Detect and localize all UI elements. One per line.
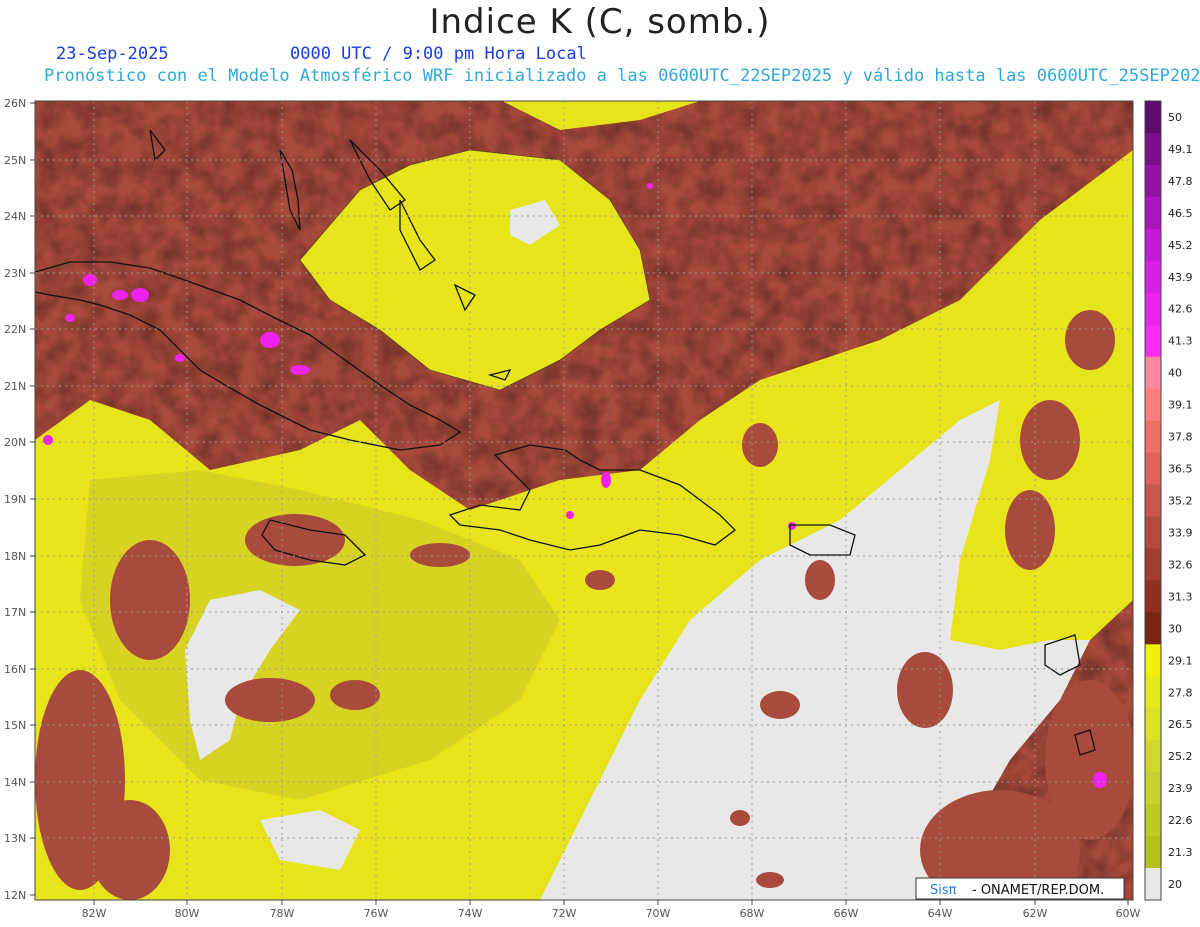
colorbar-swatch xyxy=(1145,132,1161,166)
colorbar-label: 41.3 xyxy=(1168,335,1193,348)
colorbar-label: 42.6 xyxy=(1168,303,1193,316)
colorbar-label: 43.9 xyxy=(1168,271,1193,284)
colorbar-label: 45.2 xyxy=(1168,239,1193,252)
k-index-field xyxy=(35,101,1133,900)
lat-label: 20N xyxy=(4,436,26,449)
lat-label: 23N xyxy=(4,267,26,280)
colorbar-swatch xyxy=(1145,868,1161,901)
lon-label: 72W xyxy=(552,907,577,920)
colorbar-label: 29.1 xyxy=(1168,654,1193,667)
lat-labels: 26N 25N 24N 23N 22N 21N 20N 19N 18N 17N … xyxy=(4,97,26,902)
lon-label: 68W xyxy=(740,907,765,920)
lat-label: 19N xyxy=(4,493,26,506)
colorbar-swatch xyxy=(1145,388,1161,422)
colorbar-label: 46.5 xyxy=(1168,207,1193,220)
colorbar-label: 50 xyxy=(1168,111,1182,124)
lat-label: 17N xyxy=(4,606,26,619)
lon-labels: 82W 80W 78W 76W 74W 72W 70W 68W 66W 64W … xyxy=(82,907,1141,920)
lon-label: 62W xyxy=(1023,907,1048,920)
colorbar-swatch xyxy=(1145,548,1161,581)
sispi-logo: Sisπ xyxy=(930,883,957,898)
colorbar-label: 37.8 xyxy=(1168,431,1193,444)
colorbar-label: 31.3 xyxy=(1168,590,1193,603)
lon-label: 76W xyxy=(364,907,389,920)
colorbar-label: 40 xyxy=(1168,367,1182,380)
lat-label: 25N xyxy=(4,154,26,167)
lat-label: 21N xyxy=(4,380,26,393)
colorbar-swatch xyxy=(1145,804,1161,837)
colorbar-label: 49.1 xyxy=(1168,143,1193,156)
colorbar-swatch xyxy=(1145,420,1161,454)
colorbar-swatch xyxy=(1145,516,1161,549)
k-index-map: 26N 25N 24N 23N 22N 21N 20N 19N 18N 17N … xyxy=(4,97,1193,920)
colorbar-swatch xyxy=(1145,644,1161,677)
lon-label: 60W xyxy=(1116,907,1141,920)
colorbar-label: 36.5 xyxy=(1168,463,1193,476)
lon-label: 82W xyxy=(82,907,107,920)
colorbar-label: 21.3 xyxy=(1168,846,1193,859)
colorbar-swatch xyxy=(1145,101,1161,134)
colorbar-swatch xyxy=(1145,836,1161,869)
credit-box: Sisπ - ONAMET/REP.DOM. xyxy=(915,877,1125,900)
colorbar-label: 32.6 xyxy=(1168,558,1193,571)
colorbar-swatch xyxy=(1145,676,1161,709)
colorbar-swatch xyxy=(1145,356,1161,390)
colorbar-label: 25.2 xyxy=(1168,750,1193,763)
credit-text: - ONAMET/REP.DOM. xyxy=(972,883,1104,898)
colorbar-swatch xyxy=(1145,772,1161,805)
lon-label: 74W xyxy=(458,907,483,920)
lat-label: 13N xyxy=(4,832,26,845)
lat-label: 22N xyxy=(4,323,26,336)
colorbar-label: 47.8 xyxy=(1168,175,1193,188)
colorbar-label: 39.1 xyxy=(1168,399,1193,412)
colorbar: 50 49.1 47.8 46.5 45.2 43.9 42.6 41.3 40 39.1 37.8… xyxy=(1144,100,1193,901)
lat-label: 26N xyxy=(4,97,26,110)
lat-label: 14N xyxy=(4,776,26,789)
colorbar-swatch xyxy=(1145,740,1161,773)
lat-label: 16N xyxy=(4,663,26,676)
lon-label: 66W xyxy=(834,907,859,920)
colorbar-swatch xyxy=(1145,228,1161,262)
lat-label: 24N xyxy=(4,210,26,223)
colorbar-label: 22.6 xyxy=(1168,814,1193,827)
colorbar-swatch xyxy=(1145,452,1161,486)
colorbar-swatch xyxy=(1145,324,1161,358)
colorbar-swatch xyxy=(1145,484,1161,517)
colorbar-label: 23.9 xyxy=(1168,782,1193,795)
lat-label: 15N xyxy=(4,719,26,732)
colorbar-label: 27.8 xyxy=(1168,686,1193,699)
lon-label: 70W xyxy=(646,907,671,920)
lon-label: 64W xyxy=(928,907,953,920)
colorbar-label: 33.9 xyxy=(1168,526,1193,539)
lat-label: 18N xyxy=(4,550,26,563)
lat-label: 12N xyxy=(4,889,26,902)
colorbar-label: 30 xyxy=(1168,622,1182,635)
lon-label: 80W xyxy=(175,907,200,920)
colorbar-label: 20 xyxy=(1168,878,1182,891)
colorbar-swatch xyxy=(1145,612,1161,645)
colorbar-swatch xyxy=(1145,708,1161,741)
colorbar-swatch xyxy=(1145,580,1161,613)
colorbar-label: 35.2 xyxy=(1168,495,1193,508)
colorbar-swatch xyxy=(1145,164,1161,198)
colorbar-label: 26.5 xyxy=(1168,718,1193,731)
colorbar-swatch xyxy=(1145,196,1161,230)
colorbar-swatch xyxy=(1145,260,1161,294)
lon-label: 78W xyxy=(270,907,295,920)
colorbar-swatch xyxy=(1145,292,1161,326)
